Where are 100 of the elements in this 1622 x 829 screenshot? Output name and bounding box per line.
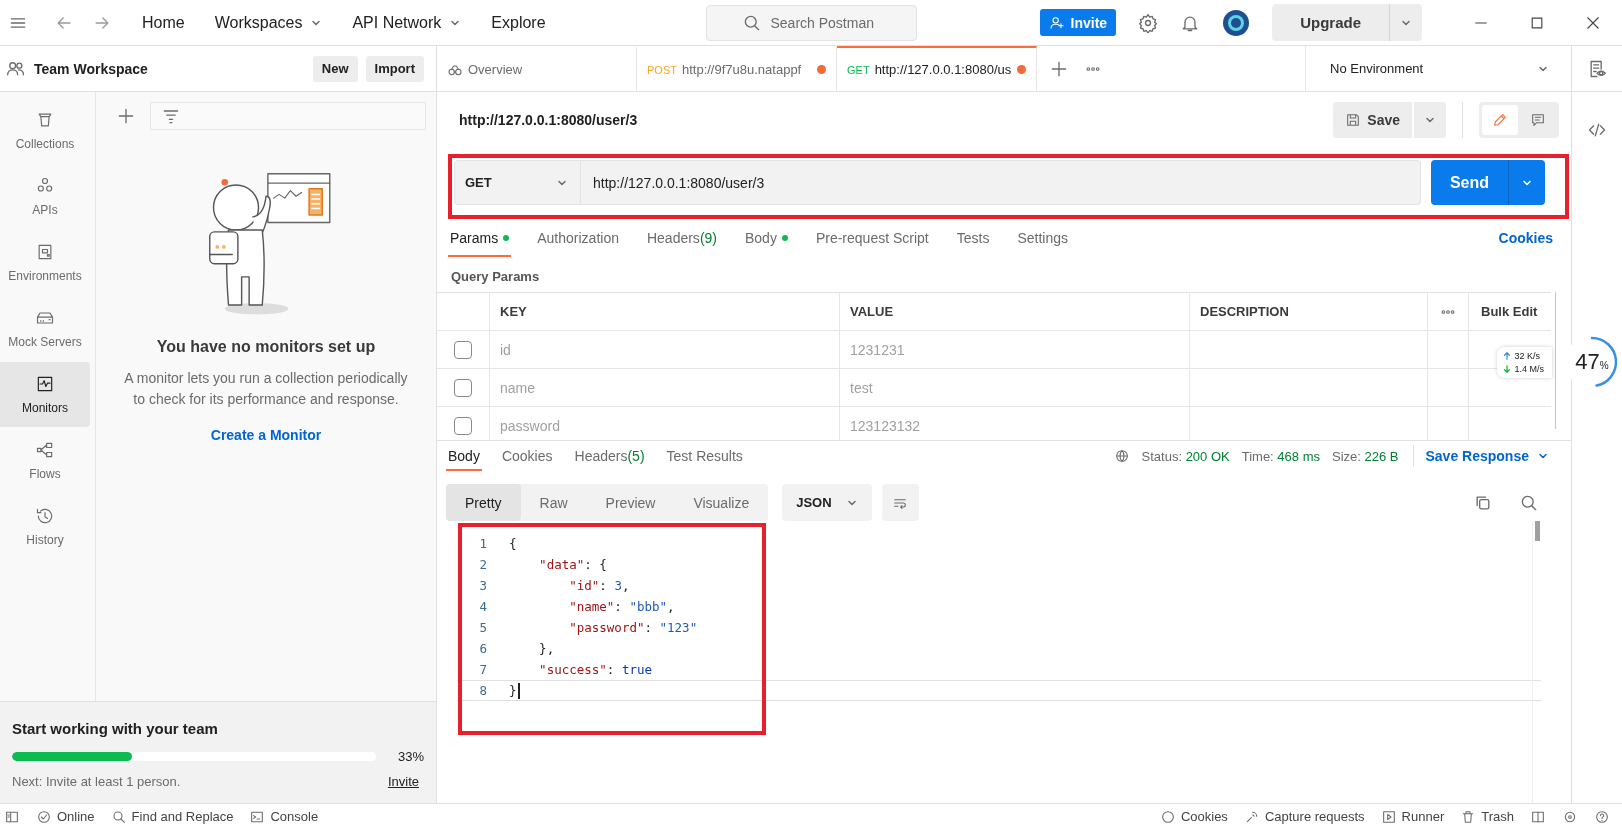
status-bar-item[interactable]: Online [36,808,95,825]
request-section-tab[interactable]: Params [448,219,512,257]
sidebar-item[interactable]: Collections [0,98,90,163]
code-line: } [509,682,520,699]
line-number: 5 [478,620,487,635]
filter-field[interactable] [150,102,426,130]
wrap-lines-button[interactable] [881,484,919,521]
view-tab[interactable]: Visualize [674,484,769,521]
url-field[interactable]: http://127.0.0.1:8080/user/3 [581,160,1421,205]
code-line: "name": "bbb", [568,599,675,614]
help-icon[interactable] [1594,808,1610,825]
add-person-icon [1048,14,1065,31]
size-text: Size: 226 B [1332,448,1399,464]
response-tab[interactable]: Test Results [664,441,745,471]
progress-percent: 33% [397,749,424,764]
workspace-title: Team Workspace [34,60,149,77]
response-tab[interactable]: Headers(5) [572,441,647,471]
next-step-text: Next: Invite at least 1 person. [12,774,181,789]
usage-percent: 47% [1575,349,1609,375]
request-section-tab[interactable]: Authorization [535,219,621,257]
nav-icon [35,440,55,460]
save-response-button[interactable]: Save Response [1425,448,1549,464]
request-section-tab[interactable]: Settings [1015,219,1071,257]
scrollbar-thumb[interactable] [1555,292,1556,429]
create-monitor-link[interactable]: Create a Monitor [210,427,322,443]
checkbox[interactable] [454,378,472,397]
sidebar-item[interactable]: History [0,494,90,559]
globe-icon[interactable] [1113,448,1130,464]
response-tab[interactable]: Body [446,441,482,471]
bulk-edit-button[interactable]: Bulk Edit [1469,293,1551,330]
line-number: 8 [478,683,487,698]
send-button[interactable]: Send [1431,160,1509,205]
save-button[interactable]: Save [1333,102,1412,138]
top-nav-item[interactable]: API Network [352,13,462,32]
top-nav-item[interactable]: Workspaces [214,13,323,32]
status-bar-item[interactable]: Trash [1460,808,1514,825]
environment-select[interactable]: No Environment [1305,46,1571,91]
close-icon[interactable] [1586,15,1600,30]
edit-toggle[interactable] [1482,105,1518,135]
view-tab[interactable]: Raw [520,484,587,521]
column-header: VALUE [840,293,1190,330]
invite-link[interactable]: Invite [387,774,419,789]
sidebar-item[interactable]: Monitors [0,362,90,427]
request-section-tab[interactable]: Pre-request Script [813,219,931,257]
format-select[interactable]: JSON [782,484,872,521]
line-number: 3 [478,578,487,593]
request-section-tab[interactable]: Headers(9) [644,219,719,257]
code-line: "password": "123" [568,620,698,635]
empty-state-text: A monitor lets you run a collection periodically to check for its performance and response. [123,369,409,409]
section-title: Query Params [450,268,541,286]
sidebar-item[interactable]: Environments [0,230,90,295]
onboarding-title: Start working with your team [12,720,219,737]
status-bar-item[interactable]: Console [249,808,319,825]
sidebar-item[interactable]: APIs [0,164,90,229]
search-field[interactable]: Search Postman [705,4,917,41]
response-tab[interactable]: Cookies [499,441,555,471]
status-item-icon [1159,808,1176,825]
comment-icon [1530,112,1546,128]
workspace-action-button[interactable]: Import [365,55,424,82]
pencil-icon [1492,112,1508,128]
top-nav-item[interactable]: Home [142,13,185,32]
status-bar-item[interactable]: Capture requests [1243,808,1365,825]
code-line: "id": 3, [568,578,630,593]
view-tab[interactable]: Preview [586,484,675,521]
checkbox[interactable] [454,416,472,435]
status-item-icon [36,808,52,825]
status-bar-item[interactable]: Find and Replace [110,808,234,825]
code-line: { [509,536,517,551]
code-line: "data": { [538,557,607,572]
status-item-icon [110,808,127,825]
sidebar-item[interactable]: Flows [0,428,90,493]
workspace-action-button[interactable]: New [312,55,358,82]
request-section-tab[interactable]: Tests [954,219,992,257]
save-icon [1345,112,1362,128]
download-arrow-icon [1503,364,1512,373]
upload-arrow-icon [1503,351,1512,360]
code-line: }, [538,641,555,656]
status-text: Status: 200 OK [1141,448,1230,464]
checkbox[interactable] [454,340,472,359]
method-select[interactable]: GET [454,160,581,205]
add-icon[interactable] [116,106,136,126]
nav-icon [35,374,55,394]
top-nav-item[interactable]: Explore [491,13,546,32]
request-name: http://127.0.0.1:8080/user/3 [459,112,639,128]
scrollbar-thumb[interactable] [1535,521,1540,541]
invite-button[interactable]: Invite [1039,9,1117,36]
status-bar-item[interactable]: Cookies [1159,808,1228,825]
maximize-icon[interactable] [1530,15,1544,30]
empty-state-title: You have no monitors set up [156,338,376,356]
column-header: KEY [490,293,840,330]
request-tab[interactable]: GET http://127.0.0.1:8080/us [837,46,1037,91]
view-tab[interactable]: Pretty [446,484,521,521]
nav-icon [35,506,55,526]
cookies-link[interactable]: Cookies [1498,230,1553,246]
settings-icon[interactable] [1138,12,1159,33]
status-bar-item[interactable]: Runner [1380,808,1445,825]
avatar-icon[interactable] [1222,8,1251,37]
sidebar-item[interactable]: Mock Servers [0,296,90,361]
line-number: 2 [478,557,487,572]
request-section-tab[interactable]: Body [743,219,790,257]
